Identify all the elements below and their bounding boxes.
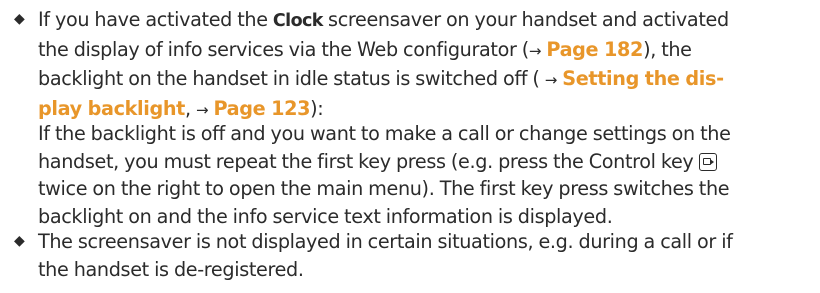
arrow-icon: → (196, 100, 209, 119)
arrow-icon: → (528, 41, 542, 60)
text-line: twice on the right to open the main menu… (38, 177, 730, 200)
paragraph-clock-screensaver: If you have activated the Clock screensa… (38, 6, 814, 124)
text-line: If you have activated the Clock screensa… (38, 6, 814, 36)
text-segment: the display of info services via the Web… (38, 37, 529, 61)
text-segment: backlight on the handset in idle status … (38, 67, 545, 90)
text-segment: ), the (643, 37, 692, 61)
arrow-icon: → (544, 71, 558, 89)
text-line: backlight on the handset in idle status … (38, 65, 814, 95)
page-ref-link-123[interactable]: Page 123 (213, 97, 310, 120)
text-line: the display of info services via the Web… (38, 36, 814, 66)
paragraph-not-displayed: The screensaver is not displayed in cert… (38, 228, 814, 283)
text-segment: screensaver on your handset and activate… (322, 8, 729, 31)
page-ref-link-182[interactable]: Page 182 (546, 38, 643, 61)
text-line: If the backlight is off and you want to … (38, 122, 731, 145)
bullet-diamond-icon: ◆ (14, 11, 25, 27)
text-line: the handset is de-registered. (38, 257, 304, 281)
text-segment: handset, you must repeat the first key p… (38, 149, 699, 173)
control-key-right-icon (698, 152, 717, 171)
paragraph-backlight-off: If the backlight is off and you want to … (38, 120, 814, 230)
ui-term-clock: Clock (272, 11, 323, 31)
manual-page: ◆ If you have activated the Clock screen… (0, 0, 820, 293)
text-line: handset, you must repeat the first key p… (38, 148, 814, 176)
section-ref-link-display-backlight[interactable]: Setting the dis- (562, 67, 724, 90)
text-line: The screensaver is not displayed in cert… (38, 230, 733, 253)
bullet-diamond-icon: ◆ (14, 233, 25, 249)
text-segment: ): (310, 96, 324, 120)
section-ref-link-display-backlight-cont[interactable]: play backlight (38, 97, 185, 120)
text-segment: If you have activated the (38, 8, 273, 31)
text-line: backlight on and the info service text i… (38, 204, 613, 228)
text-segment: , (185, 96, 196, 120)
